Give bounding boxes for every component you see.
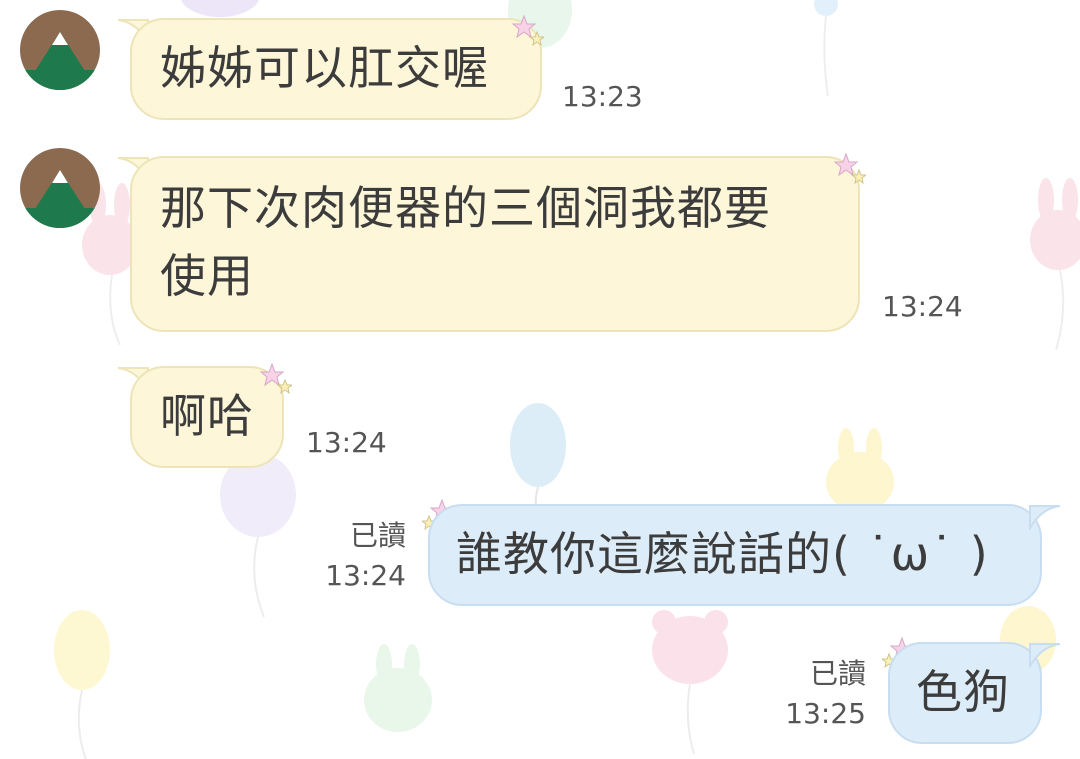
avatar[interactable] (20, 10, 100, 90)
message-text: 誰教你這麼說話的( ˙ω˙ ) (456, 527, 989, 581)
message-bubble[interactable]: 姊姊可以肛交喔 (130, 18, 542, 120)
read-receipt: 已讀 13:25 (750, 654, 866, 734)
read-label: 已讀 (809, 657, 866, 690)
chat-view[interactable]: 姊姊可以肛交喔 13:23 那下次肉便器的三個洞我都要 使用 13:24 啊哈 … (0, 0, 1080, 759)
message-time: 13:24 (325, 559, 406, 592)
sparkle-icon (511, 14, 544, 47)
message-time: 13:23 (562, 80, 643, 113)
message-text: 啊哈 (160, 389, 254, 443)
message-time: 13:24 (306, 426, 387, 459)
message-text: 色狗 (916, 665, 1010, 719)
read-receipt: 已讀 13:24 (290, 516, 406, 596)
avatar[interactable] (20, 148, 100, 228)
read-label: 已讀 (349, 519, 406, 552)
avatar-icon (20, 148, 100, 228)
message-time: 13:24 (882, 290, 963, 323)
message-text-line: 使用 (160, 249, 254, 303)
message-bubble[interactable]: 那下次肉便器的三個洞我都要 使用 (130, 156, 860, 332)
sparkle-icon (259, 362, 292, 395)
message-time: 13:25 (785, 697, 866, 730)
avatar-icon (20, 10, 100, 90)
sparkle-icon (833, 152, 866, 185)
message-text-line: 那下次肉便器的三個洞我都要 (160, 181, 771, 235)
bubble-tail (1029, 505, 1061, 530)
message-bubble[interactable]: 誰教你這麼說話的( ˙ω˙ ) (428, 504, 1042, 606)
bubble-tail (1029, 643, 1061, 668)
message-bubble[interactable]: 色狗 (888, 642, 1042, 744)
message-text: 姊姊可以肛交喔 (160, 41, 489, 95)
